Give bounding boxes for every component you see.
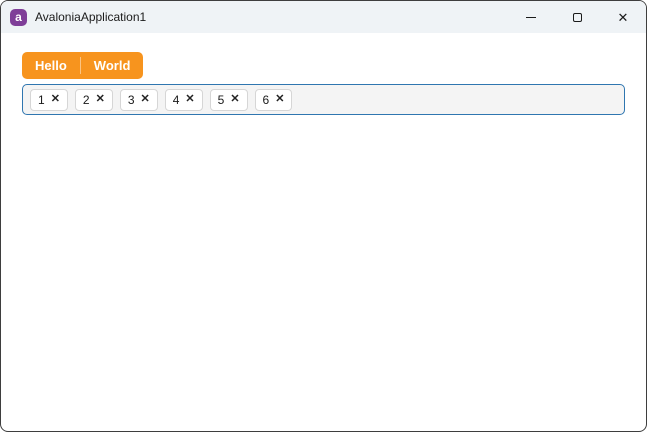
close-button[interactable]: ✕ [600, 1, 646, 33]
chip-item[interactable]: 2 ✕ [74, 88, 113, 111]
window-controls: ✕ [508, 1, 646, 33]
minimize-icon [526, 16, 536, 18]
tab-hello[interactable]: Hello [22, 52, 80, 79]
close-icon: ✕ [617, 9, 629, 25]
chips-container[interactable]: 1 ✕ 2 ✕ 3 ✕ 4 ✕ 5 ✕ 6 ✕ [22, 84, 625, 115]
window-title: AvaloniaApplication1 [35, 10, 147, 24]
chip-close-icon[interactable]: ✕ [51, 94, 60, 105]
chip-label: 4 [172, 92, 180, 107]
chip-close-icon[interactable]: ✕ [141, 94, 150, 105]
content-area: Hello World 1 ✕ 2 ✕ 3 ✕ 4 ✕ 5 ✕ 6 ✕ [1, 33, 646, 115]
title-bar[interactable]: a AvaloniaApplication1 ✕ [1, 1, 646, 33]
chip-item[interactable]: 6 ✕ [254, 88, 293, 111]
minimize-button[interactable] [508, 1, 554, 33]
tab-world[interactable]: World [81, 52, 144, 79]
chip-item[interactable]: 1 ✕ [30, 88, 68, 111]
chip-close-icon[interactable]: ✕ [96, 94, 105, 105]
chip-close-icon[interactable]: ✕ [230, 94, 239, 105]
chip-label: 2 [82, 92, 90, 107]
chip-label: 1 [38, 92, 45, 107]
chip-item[interactable]: 5 ✕ [209, 88, 248, 111]
maximize-icon [572, 12, 582, 22]
chip-label: 6 [262, 92, 270, 107]
chip-item[interactable]: 3 ✕ [119, 88, 158, 111]
maximize-button[interactable] [554, 1, 600, 33]
chip-item[interactable]: 4 ✕ [164, 88, 203, 111]
chip-label: 5 [217, 92, 225, 107]
chip-close-icon[interactable]: ✕ [275, 94, 284, 105]
chip-close-icon[interactable]: ✕ [185, 94, 194, 105]
chip-label: 3 [127, 92, 135, 107]
avalonia-logo-icon: a [10, 8, 27, 26]
tab-strip: Hello World [22, 52, 144, 79]
app-window: a AvaloniaApplication1 ✕ Hello World 1 ✕ [0, 0, 647, 432]
